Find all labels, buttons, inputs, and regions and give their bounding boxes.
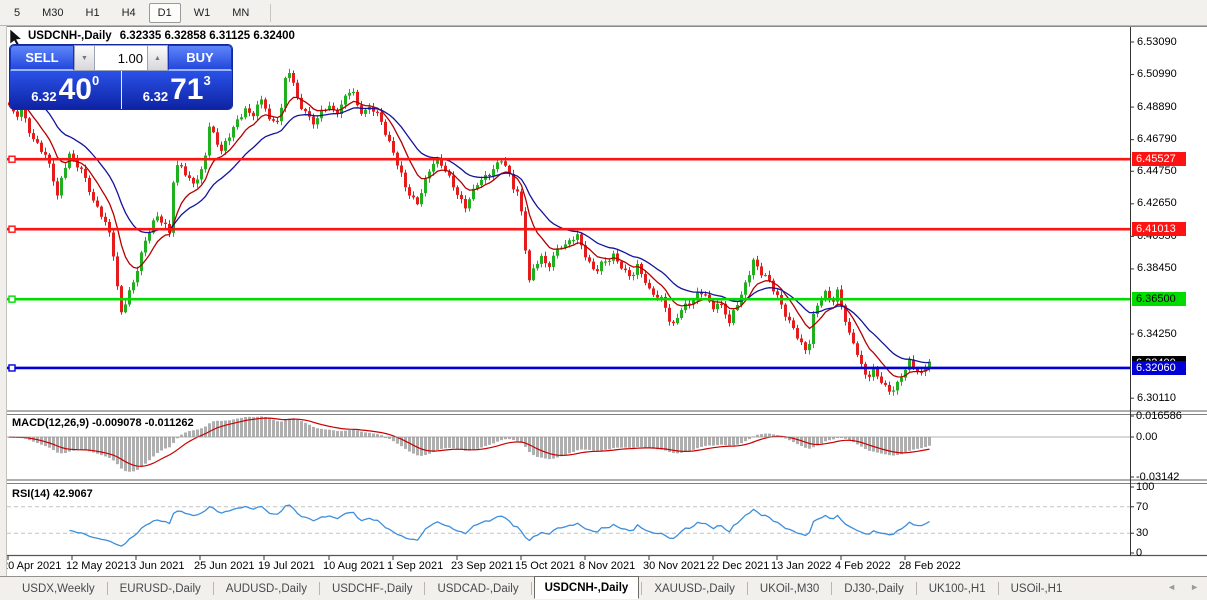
chart-tab-dj30-daily[interactable]: DJ30-,Daily xyxy=(834,580,913,598)
resistance-line-1-price-label: 6.45527 xyxy=(1132,152,1186,166)
rsi-label: RSI(14) 42.9067 xyxy=(12,488,93,500)
sell-price-display[interactable]: 6.32 40 0 xyxy=(10,71,122,109)
buy-price-pips: 71 xyxy=(170,73,204,106)
tab-separator xyxy=(424,582,426,595)
macd-values: -0.009078 -0.011262 xyxy=(92,417,194,429)
chart-tab-usdcad-daily[interactable]: USDCAD-,Daily xyxy=(427,580,528,598)
chart-tab-uk100-h1[interactable]: UK100-,H1 xyxy=(919,580,996,598)
price-axis-tick: 6.42650 xyxy=(1137,197,1177,209)
timeframe-button-w1[interactable]: W1 xyxy=(185,3,220,23)
chart-symbol-label: USDCNH-,Daily xyxy=(28,30,112,42)
date-axis-label: 30 Nov 2021 xyxy=(643,560,706,572)
macd-axis-tick: 0.016586 xyxy=(1136,410,1182,422)
macd-name: MACD(12,26,9) xyxy=(12,417,90,429)
buy-price-prefix: 6.32 xyxy=(142,89,169,104)
chart-tab-eurusd-daily[interactable]: EURUSD-,Daily xyxy=(110,580,211,598)
price-axis-tick: 6.48890 xyxy=(1137,101,1177,113)
price-axis-tick: 6.44750 xyxy=(1137,165,1177,177)
macd-axis-tick: 0.00 xyxy=(1136,431,1158,443)
date-axis-label: 15 Oct 2021 xyxy=(515,560,575,572)
chart-tab-usdchf-daily[interactable]: USDCHF-,Daily xyxy=(322,580,423,598)
tab-separator xyxy=(831,582,833,595)
rsi-axis-tick: 0 xyxy=(1136,547,1143,559)
date-axis-label: 22 Dec 2021 xyxy=(707,560,770,572)
buy-button[interactable]: BUY xyxy=(168,45,232,71)
date-axis-label: 1 Sep 2021 xyxy=(387,560,444,572)
chart-tab-usdcnh-daily[interactable]: USDCNH-,Daily xyxy=(533,576,640,599)
chart-ohlc-values: 6.32335 6.32858 6.31125 6.32400 xyxy=(119,30,295,42)
support-line-blue-price-label: 6.32060 xyxy=(1132,361,1186,375)
sell-price-point: 0 xyxy=(91,73,100,88)
date-axis-label: 8 Nov 2021 xyxy=(579,560,636,572)
price-axis-tick: 6.38450 xyxy=(1137,262,1177,274)
resistance-line-2-price-label: 6.41013 xyxy=(1132,222,1186,236)
buy-price-point: 3 xyxy=(203,73,211,88)
tab-separator xyxy=(106,582,108,595)
rsi-axis-tick: 100 xyxy=(1136,481,1155,493)
date-axis-label: 3 Jun 2021 xyxy=(130,560,185,572)
timeframe-button-mn[interactable]: MN xyxy=(223,3,258,23)
timeframe-button-h1[interactable]: H1 xyxy=(77,3,109,23)
macd-label: MACD(12,26,9) -0.009078 -0.011262 xyxy=(12,417,194,429)
resistance-line-2-handle[interactable] xyxy=(8,225,16,233)
tab-scroll-left-icon[interactable]: ◄ xyxy=(1167,582,1176,592)
chevron-up-icon: ▲ xyxy=(154,54,161,62)
tab-separator xyxy=(212,582,214,595)
support-line-green-handle[interactable] xyxy=(8,295,16,303)
tab-scroll-arrows: ◄ ► xyxy=(1167,582,1199,592)
tab-separator xyxy=(915,582,917,595)
sell-price-prefix: 6.32 xyxy=(31,89,57,104)
timeframe-button-h4[interactable]: H4 xyxy=(113,3,145,23)
chart-tab-usoil-h1[interactable]: USOil-,H1 xyxy=(1001,580,1073,598)
rsi-axis-tick: 30 xyxy=(1136,527,1149,539)
tab-separator xyxy=(530,582,532,595)
support-line-green-price-label: 6.36500 xyxy=(1132,292,1186,306)
chart-tab-audusd-daily[interactable]: AUDUSD-,Daily xyxy=(216,580,317,598)
date-axis-label: 12 May 2021 xyxy=(66,560,130,572)
tab-separator xyxy=(318,582,320,595)
chart-title: USDCNH-,Daily 6.32335 6.32858 6.31125 6.3… xyxy=(28,30,295,42)
toolbar-separator xyxy=(270,3,272,22)
date-axis-label: 4 Feb 2022 xyxy=(835,560,891,572)
date-axis-label: 25 Jun 2021 xyxy=(194,560,255,572)
rsi-name: RSI(14) xyxy=(12,488,50,500)
date-axis-label: 19 Jul 2021 xyxy=(258,560,315,572)
buy-price-display[interactable]: 6.32 71 3 xyxy=(121,71,232,109)
volume-increase-button[interactable]: ▲ xyxy=(147,45,168,71)
rsi-value: 42.9067 xyxy=(52,488,93,500)
price-axis-tick: 6.50990 xyxy=(1137,68,1177,80)
volume-decrease-button[interactable]: ▼ xyxy=(74,45,95,71)
chart-tab-ukoil-m30[interactable]: UKOil-,M30 xyxy=(750,580,829,598)
sell-button[interactable]: SELL xyxy=(10,45,74,71)
date-axis-label: 10 Aug 2021 xyxy=(323,560,385,572)
resistance-line-1-handle[interactable] xyxy=(8,155,16,163)
timeframe-toolbar: 5 M30 H1 H4 D1 W1 MN xyxy=(0,0,1207,26)
chevron-down-icon: ▼ xyxy=(81,54,88,62)
left-window-strip xyxy=(0,26,7,576)
chart-tab-xauusd-daily[interactable]: XAUUSD-,Daily xyxy=(644,580,745,598)
date-axis-label: 20 Apr 2021 xyxy=(2,560,62,572)
chart-tab-bar: USDX,Weekly EURUSD-,Daily AUDUSD-,Daily USD… xyxy=(0,576,1207,600)
rsi-axis-tick: 70 xyxy=(1136,501,1149,513)
date-axis-label: 13 Jan 2022 xyxy=(771,560,832,572)
one-click-trading-panel: SELL ▼ 1.00 ▲ BUY 6.32 40 0 6.32 71 3 xyxy=(10,45,232,109)
support-line-blue-handle[interactable] xyxy=(8,364,16,372)
price-axis-tick: 6.34250 xyxy=(1137,328,1177,340)
timeframe-button-m30[interactable]: M30 xyxy=(33,3,72,23)
timeframe-button-5[interactable]: 5 xyxy=(5,3,29,23)
price-axis-tick: 6.30110 xyxy=(1137,392,1176,404)
date-axis-label: 28 Feb 2022 xyxy=(899,560,961,572)
price-axis-tick: 6.53090 xyxy=(1137,36,1177,48)
date-axis-label: 23 Sep 2021 xyxy=(451,560,514,572)
volume-input[interactable]: 1.00 xyxy=(95,45,147,71)
tab-separator xyxy=(746,582,748,595)
tab-separator xyxy=(997,582,999,595)
tab-scroll-right-icon[interactable]: ► xyxy=(1190,582,1199,592)
chart-tab-usdx-weekly[interactable]: USDX,Weekly xyxy=(12,580,105,598)
timeframe-button-d1[interactable]: D1 xyxy=(148,2,181,23)
sell-price-pips: 40 xyxy=(58,73,92,106)
tab-separator xyxy=(641,582,643,595)
price-axis-tick: 6.46790 xyxy=(1137,133,1177,145)
